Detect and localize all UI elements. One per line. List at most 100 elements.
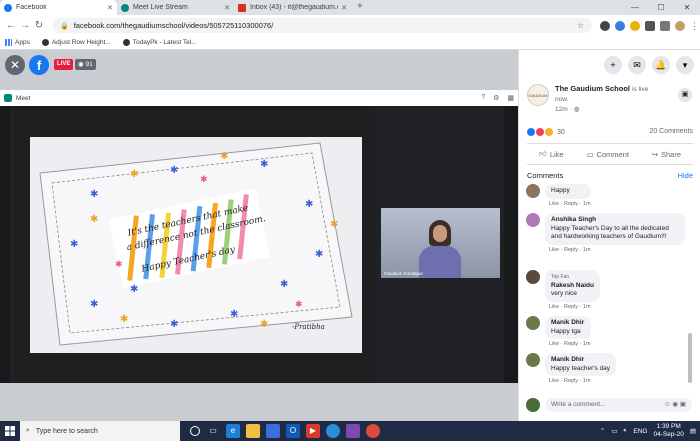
comments-scrollbar[interactable] [688, 333, 692, 383]
tab-meet-live-stream[interactable]: Meet Live Stream ✕ [117, 0, 234, 15]
comment-author[interactable]: Rakesh Naidu [551, 282, 594, 291]
close-window-icon[interactable]: ✕ [674, 0, 700, 15]
tray-chevron-icon[interactable]: ⌃ [600, 427, 605, 435]
bookmarks-bar: Apps Adjust Row Height... TodayPk - Late… [0, 36, 700, 50]
emoji-icons[interactable]: ☺ ◉ ▣ [664, 398, 686, 412]
help-icon[interactable]: ? [481, 94, 485, 102]
forward-icon[interactable]: → [18, 20, 32, 31]
extension-icon[interactable] [630, 20, 640, 31]
svg-text:✱: ✱ [90, 189, 98, 200]
post-time[interactable]: 12m [555, 106, 568, 113]
comment-bubble: Anshika Singh Happy Teacher's Day to all… [545, 213, 685, 245]
cortana-icon[interactable] [190, 426, 200, 436]
minimize-icon[interactable]: — [622, 0, 648, 15]
maximize-icon[interactable]: ☐ [648, 0, 674, 15]
avatar[interactable] [526, 353, 540, 367]
save-icon[interactable]: ▣ [678, 88, 692, 102]
current-user-avatar[interactable] [526, 398, 540, 412]
task-view-icon[interactable]: ▭ [206, 424, 220, 438]
bookmark-favicon-icon [122, 39, 130, 46]
avatar[interactable] [526, 270, 540, 284]
file-explorer-icon[interactable] [246, 424, 260, 438]
outlook-icon[interactable]: O [286, 424, 300, 438]
browser-toolbar: ← → ↻ 🔒 facebook.com/thegaudiumschool/vi… [0, 15, 700, 36]
avatar[interactable] [526, 213, 540, 227]
meet-title: Meet [16, 94, 31, 102]
chrome-icon[interactable] [366, 424, 380, 438]
comments-title: Comments [527, 171, 564, 180]
top-fan-badge: Top Fan [551, 274, 570, 280]
network-icon[interactable]: ▭ [611, 427, 617, 435]
settings-icon[interactable]: ⚙ [493, 94, 499, 102]
profile-avatar[interactable] [675, 20, 685, 31]
live-badge: LIVE [54, 59, 74, 70]
bookmark-adjust-row-height[interactable]: Adjust Row Height... [41, 39, 111, 46]
extension-icon[interactable] [615, 20, 625, 31]
gaudium-logo[interactable]: GAUDIUM [527, 84, 549, 106]
participant-thumbnail[interactable]: Gaudium Kondapur [381, 208, 500, 278]
like-label: Like [549, 149, 564, 159]
create-plus-icon[interactable]: + [604, 56, 622, 74]
comment-count[interactable]: 20 Comments [649, 128, 693, 136]
clock[interactable]: 1:39 PM 04-Sep-20 [653, 423, 683, 439]
bookmark-label: Adjust Row Height... [51, 39, 111, 46]
edge-icon[interactable]: e [226, 424, 240, 438]
participant-body [419, 246, 461, 278]
comment-meta[interactable]: Like · Reply · 1m [545, 378, 616, 384]
taskbar-search[interactable]: ⌕ Type here to search [20, 421, 180, 441]
video-player[interactable]: ✕ f LIVE ◉ 91 Meet ? ⚙ ▦ ✱ ✱ ✱ ✱ ✱ ✱ ✱ ✱… [0, 50, 518, 421]
new-tab-button[interactable]: + [351, 0, 369, 15]
close-video-button[interactable]: ✕ [5, 55, 25, 75]
grid-icon[interactable]: ▦ [507, 94, 514, 102]
close-tab-icon[interactable]: ✕ [341, 4, 347, 12]
share-arrow-icon: ↪ [651, 149, 658, 159]
like-button[interactable]: 👍︎ Like [539, 149, 564, 159]
close-tab-icon[interactable]: ✕ [224, 4, 230, 12]
write-comment-input[interactable]: Write a comment... ☺ ◉ ▣ [545, 398, 692, 412]
avatar[interactable] [526, 316, 540, 330]
extension-icon[interactable] [645, 20, 655, 31]
comment-button[interactable]: ▭ Comment [586, 150, 629, 159]
facebook-logo-icon[interactable]: f [29, 55, 49, 75]
comment-author[interactable]: Manik Dhir [551, 319, 585, 328]
address-bar[interactable]: 🔒 facebook.com/thegaudiumschool/videos/5… [52, 18, 592, 33]
volume-icon[interactable]: 🔈︎ [623, 427, 627, 435]
reload-icon[interactable]: ↻ [32, 20, 46, 31]
extension-icon[interactable] [600, 20, 610, 31]
star-icon[interactable]: ☆ [577, 21, 584, 30]
language-indicator[interactable]: ENG [633, 428, 647, 435]
menu-kebab-icon[interactable]: ⋮ [690, 21, 699, 31]
comment-item: Happy Like · Reply · 1m [526, 184, 591, 207]
hide-comments-link[interactable]: Hide [678, 171, 693, 180]
windows-start-icon[interactable] [0, 421, 20, 441]
app-icon[interactable] [346, 424, 360, 438]
back-icon[interactable]: ← [4, 20, 18, 31]
bookmark-todaypk[interactable]: TodayPk - Latest Tel... [122, 39, 197, 46]
comment-meta[interactable]: Like · Reply · 1m [545, 341, 591, 347]
reactions-summary[interactable]: 30 [527, 128, 565, 136]
avatar[interactable] [526, 184, 540, 198]
messenger-icon[interactable]: ✉ [628, 56, 646, 74]
comment-meta[interactable]: Like · Reply · 1m [545, 247, 685, 253]
svg-text:✱: ✱ [200, 174, 208, 184]
page-name[interactable]: The Gaudium School [555, 84, 630, 93]
comment-author[interactable]: Anshika Singh [551, 216, 679, 225]
comment-bubble-icon: ▭ [586, 149, 594, 159]
edge-chromium-icon[interactable] [326, 424, 340, 438]
bookmark-apps[interactable]: Apps [5, 39, 30, 46]
comment-bubble: Top Fan Rakesh Naidu very nice [545, 270, 600, 302]
notification-center-icon[interactable]: ▤ [690, 427, 696, 435]
comment-bubble: Manik Dhir Happy teacher's day [545, 353, 617, 376]
comment-author[interactable]: Manik Dhir [551, 356, 610, 365]
notifications-bell-icon[interactable]: 🔔 [652, 56, 670, 74]
tab-inbox[interactable]: Inbox (43) - it@thegaudium.com ✕ [234, 0, 351, 15]
account-dropdown-icon[interactable]: ▾ [676, 56, 694, 74]
store-icon[interactable] [266, 424, 280, 438]
extensions-puzzle-icon[interactable] [660, 20, 670, 31]
share-button[interactable]: ↪ Share [652, 150, 681, 159]
tab-facebook[interactable]: Facebook ✕ [0, 0, 117, 15]
comment-meta[interactable]: Like · Reply · 1m [545, 304, 600, 310]
media-icon[interactable]: ▶ [306, 424, 320, 438]
comment-meta[interactable]: Like · Reply · 1m [545, 201, 591, 207]
close-tab-icon[interactable]: ✕ [107, 4, 113, 12]
